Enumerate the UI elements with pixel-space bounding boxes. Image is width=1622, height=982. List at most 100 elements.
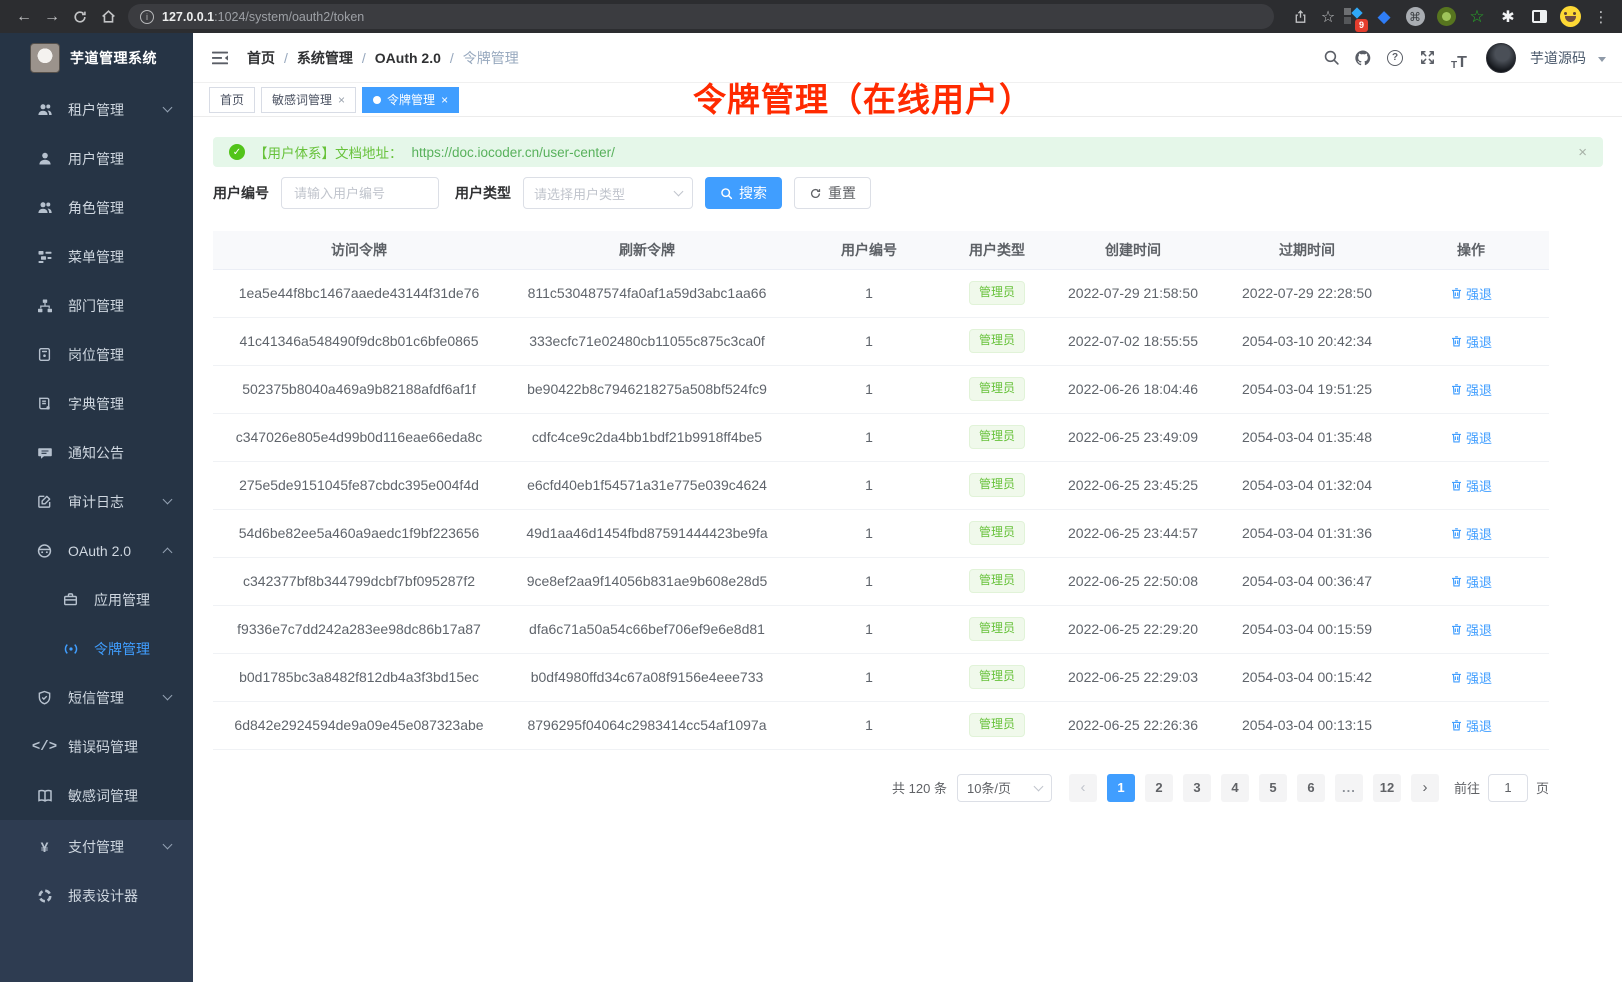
header-search-button[interactable] (1318, 45, 1344, 71)
sidebar-item-payment[interactable]: ¥ 支付管理 (0, 822, 193, 871)
force-logout-button[interactable]: 强退 (1450, 668, 1492, 687)
force-logout-button[interactable]: 强退 (1450, 620, 1492, 639)
app-title: 芋道管理系统 (70, 48, 157, 68)
prev-page-button[interactable]: ‹ (1069, 774, 1097, 802)
page-button-5[interactable]: 5 (1259, 774, 1287, 802)
browser-menu-button[interactable]: ⋮ (1590, 6, 1612, 28)
page-size-select[interactable]: 10条/页 (957, 774, 1052, 802)
alert-doc-link[interactable]: https://doc.iocoder.cn/user-center/ (412, 145, 615, 160)
chevron-down-icon (163, 495, 173, 505)
extension-recorder[interactable] (1435, 6, 1457, 28)
sidebar-item-notice[interactable]: 通知公告 (0, 428, 193, 477)
browser-reload-button[interactable] (66, 3, 94, 31)
extension-star[interactable]: ☆ (1466, 6, 1488, 28)
sidebar-item-menu[interactable]: 菜单管理 (0, 232, 193, 281)
sidebar-item-audit-log[interactable]: 审计日志 (0, 477, 193, 526)
sidebar-item-oauth-token[interactable]: 令牌管理 (0, 624, 193, 673)
trash-icon (1450, 431, 1463, 444)
access-token: 54d6be82ee5a460a9aedc1f9bf223656 (213, 509, 505, 557)
sidebar-item-sms[interactable]: 短信管理 (0, 673, 193, 722)
sidebar-item-sensitive-word[interactable]: 敏感词管理 (0, 771, 193, 820)
browser-home-button[interactable] (94, 3, 122, 31)
bookmark-button[interactable]: ☆ (1314, 3, 1342, 31)
page-button-2[interactable]: 2 (1145, 774, 1173, 802)
breadcrumb-system[interactable]: 系统管理 (297, 48, 353, 68)
sensitive-word-icon (36, 787, 53, 804)
sidebar-item-label: 角色管理 (68, 198, 124, 218)
profile-button[interactable] (1559, 6, 1581, 28)
address-bar[interactable]: i 127.0.0.1:1024/system/oauth2/token (128, 4, 1274, 29)
sidebar-item-user[interactable]: 用户管理 (0, 134, 193, 183)
page-button-1[interactable]: 1 (1107, 774, 1135, 802)
user-id-input[interactable] (281, 177, 439, 209)
tab-home[interactable]: 首页 (209, 87, 255, 113)
browser-forward-button[interactable]: → (38, 3, 66, 31)
user-menu-caret-icon[interactable] (1598, 57, 1606, 62)
green-circle-icon (1437, 7, 1456, 26)
user-type-badge: 管理员 (969, 377, 1025, 401)
sidebar-item-report-designer[interactable]: 报表设计器 (0, 871, 193, 920)
browser-back-button[interactable]: ← (10, 3, 38, 31)
app-logo-bar[interactable]: 芋道管理系统 (0, 33, 193, 83)
expire-time: 2054-03-04 00:15:42 (1221, 653, 1393, 701)
sidebar-item-error-code[interactable]: </> 错误码管理 (0, 722, 193, 771)
extension-badge: 9 (1355, 19, 1368, 32)
close-icon[interactable]: × (338, 93, 345, 107)
trash-icon (1450, 527, 1463, 540)
username[interactable]: 芋道源码 (1530, 48, 1586, 68)
goto-page-input[interactable] (1488, 774, 1528, 802)
sidebar-item-dict[interactable]: 字典管理 (0, 379, 193, 428)
force-logout-button[interactable]: 强退 (1450, 572, 1492, 591)
page-button-12[interactable]: 12 (1373, 774, 1401, 802)
tab-label: 敏感词管理 (272, 91, 332, 108)
force-logout-button[interactable]: 强退 (1450, 284, 1492, 303)
sidebar-collapse-button[interactable] (209, 47, 231, 69)
extensions-menu[interactable]: ✱ (1497, 6, 1519, 28)
user-avatar[interactable] (1486, 43, 1516, 73)
command-circle-icon: ⌘ (1406, 7, 1425, 26)
sidebar-item-oauth[interactable]: OAuth 2.0 (0, 526, 193, 575)
page-button-4[interactable]: 4 (1221, 774, 1249, 802)
breadcrumb-home[interactable]: 首页 (247, 48, 275, 68)
sidebar-item-post[interactable]: 岗位管理 (0, 330, 193, 379)
id-badge-icon (36, 346, 53, 363)
force-logout-button[interactable]: 强退 (1450, 428, 1492, 447)
green-star-icon: ☆ (1469, 7, 1484, 27)
user-id: 1 (789, 605, 949, 653)
force-logout-button[interactable]: 强退 (1450, 476, 1492, 495)
site-info-icon[interactable]: i (140, 10, 154, 24)
reset-button[interactable]: 重置 (794, 177, 871, 209)
force-logout-button[interactable]: 强退 (1450, 524, 1492, 543)
sidebar-item-oauth-app[interactable]: 应用管理 (0, 575, 193, 624)
force-logout-button[interactable]: 强退 (1450, 716, 1492, 735)
extension-shortcuts[interactable]: ⌘ (1404, 6, 1426, 28)
page-button-6[interactable]: 6 (1297, 774, 1325, 802)
side-panel-button[interactable] (1528, 6, 1550, 28)
page-button-3[interactable]: 3 (1183, 774, 1211, 802)
close-icon[interactable]: × (441, 93, 448, 107)
extension-gem[interactable]: ◆ (1373, 6, 1395, 28)
user-type-badge: 管理员 (969, 713, 1025, 737)
sidebar-item-role[interactable]: 角色管理 (0, 183, 193, 232)
github-link[interactable] (1350, 45, 1376, 71)
sidebar-item-tenant[interactable]: 租户管理 (0, 85, 193, 134)
search-button[interactable]: 搜索 (705, 177, 782, 209)
extension-tampermonkey[interactable]: 9 (1342, 6, 1364, 28)
sidebar-item-dept[interactable]: 部门管理 (0, 281, 193, 330)
tab-token[interactable]: 令牌管理 × (362, 87, 459, 113)
trash-icon (1450, 383, 1463, 396)
force-logout-button[interactable]: 强退 (1450, 332, 1492, 351)
help-button[interactable]: ? (1382, 45, 1408, 71)
fullscreen-button[interactable] (1414, 45, 1440, 71)
alert-close-icon[interactable]: × (1578, 144, 1587, 161)
next-page-button[interactable]: › (1411, 774, 1439, 802)
user-type-select[interactable]: 请选择用户类型 (523, 177, 693, 209)
share-button[interactable] (1286, 3, 1314, 31)
more-pages-button[interactable]: ... (1335, 774, 1363, 802)
force-logout-button[interactable]: 强退 (1450, 380, 1492, 399)
font-size-large-icon: T (1457, 55, 1467, 71)
font-size-button[interactable]: TT (1446, 45, 1472, 71)
breadcrumb-oauth[interactable]: OAuth 2.0 (375, 50, 441, 66)
navbar-tools: ? TT 芋道源码 (1318, 43, 1606, 73)
tab-sensitive-word[interactable]: 敏感词管理 × (261, 87, 356, 113)
